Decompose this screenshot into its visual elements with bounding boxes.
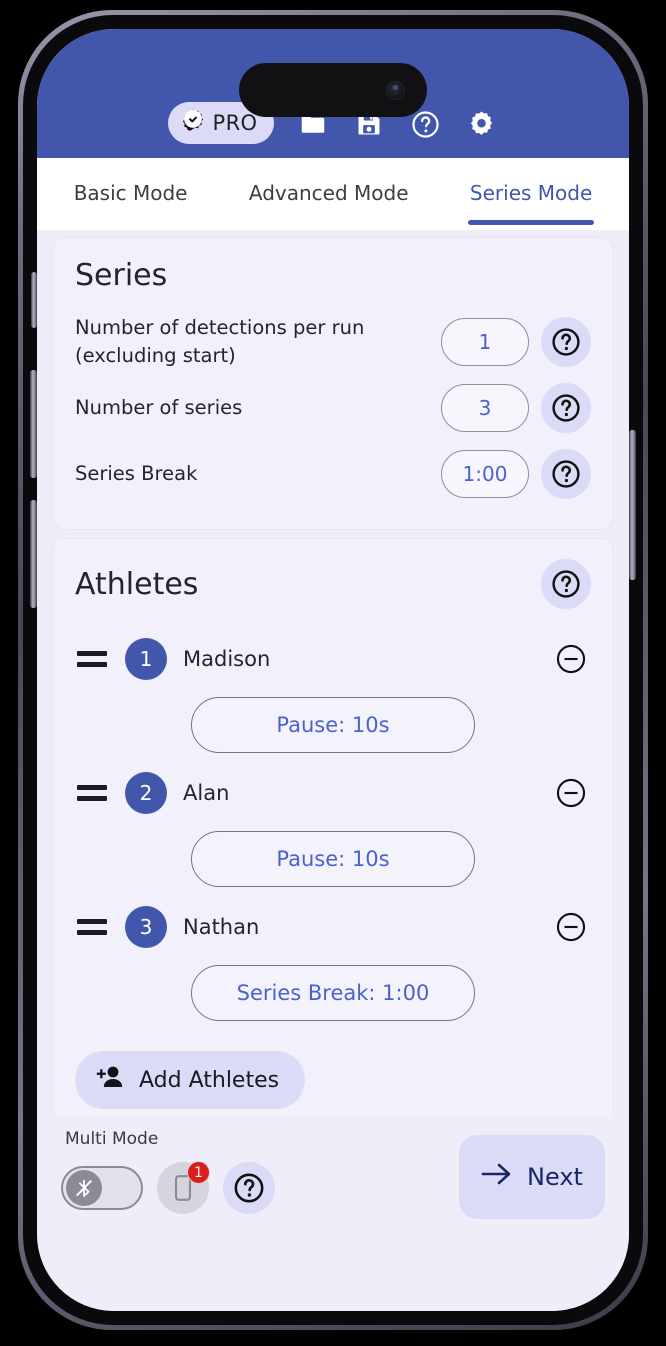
content-scroll-area[interactable]: Series Number of detections per run (exc…: [37, 230, 629, 1150]
help-icon-series-break[interactable]: [541, 449, 591, 499]
series-break-value-input[interactable]: 1:00: [441, 450, 529, 498]
phone-frame: PRO Basic Mode Advanced Mode Series Mode…: [18, 10, 648, 1330]
remove-athlete-icon[interactable]: [551, 907, 591, 947]
mode-tabs: Basic Mode Advanced Mode Series Mode: [37, 158, 629, 230]
athletes-card-title: Athletes: [75, 566, 199, 602]
settings-gear-icon[interactable]: [464, 107, 498, 141]
series-card-title: Series: [75, 258, 168, 293]
help-icon-detections[interactable]: [541, 317, 591, 367]
arrow-right-icon: [481, 1161, 513, 1193]
drag-handle-icon[interactable]: [75, 919, 109, 935]
help-icon-athletes[interactable]: [541, 559, 591, 609]
device-badge-count: 1: [187, 1161, 210, 1184]
series-break-button[interactable]: Series Break: 1:00: [191, 965, 475, 1021]
drag-handle-icon[interactable]: [75, 785, 109, 801]
athletes-card-header: Athletes: [75, 559, 591, 609]
series-row-number-of-series: Number of series 3: [75, 375, 591, 441]
athlete-name: Nathan: [183, 915, 260, 939]
bottom-bar: Multi Mode 1 Next: [37, 1115, 629, 1311]
remove-athlete-icon[interactable]: [551, 773, 591, 813]
athletes-card: Athletes 1 Madison Pause: 10s 2 Alan Pau…: [53, 539, 613, 1131]
pause-duration-button[interactable]: Pause: 10s: [191, 831, 475, 887]
tab-series-mode[interactable]: Series Mode: [466, 163, 596, 225]
bluetooth-toggle[interactable]: [61, 1166, 143, 1210]
add-person-icon: [95, 1064, 125, 1096]
athlete-name: Madison: [183, 647, 271, 671]
athlete-row[interactable]: 3 Nathan: [75, 899, 591, 955]
phone-screen: PRO Basic Mode Advanced Mode Series Mode…: [37, 29, 629, 1311]
athlete-action-row: Pause: 10s: [75, 697, 591, 753]
next-button-label: Next: [527, 1163, 583, 1191]
pro-badge-label: PRO: [212, 111, 258, 135]
athlete-row[interactable]: 2 Alan: [75, 765, 591, 821]
series-label-detections: Number of detections per run (excluding …: [75, 316, 365, 367]
athlete-number-badge: 1: [125, 638, 167, 680]
athlete-name: Alan: [183, 781, 230, 805]
device-status-button[interactable]: 1: [157, 1161, 210, 1214]
tab-basic-mode[interactable]: Basic Mode: [70, 163, 192, 225]
athlete-action-row: Series Break: 1:00: [75, 965, 591, 1021]
series-card: Series Number of detections per run (exc…: [53, 238, 613, 529]
mute-switch[interactable]: [31, 272, 37, 328]
remove-athlete-icon[interactable]: [551, 639, 591, 679]
front-camera-icon: [386, 80, 405, 100]
drag-handle-icon[interactable]: [75, 651, 109, 667]
power-button[interactable]: [629, 430, 636, 580]
help-icon-number-of-series[interactable]: [541, 383, 591, 433]
tab-advanced-mode[interactable]: Advanced Mode: [245, 163, 413, 225]
next-button[interactable]: Next: [459, 1135, 605, 1219]
dynamic-island: [239, 63, 427, 117]
athlete-number-badge: 2: [125, 772, 167, 814]
athlete-number-badge: 3: [125, 906, 167, 948]
detections-value-input[interactable]: 1: [441, 318, 529, 366]
athlete-row[interactable]: 1 Madison: [75, 631, 591, 687]
phone-bezel: PRO Basic Mode Advanced Mode Series Mode…: [23, 15, 643, 1325]
series-row-series-break: Series Break 1:00: [75, 441, 591, 507]
add-athletes-label: Add Athletes: [139, 1067, 280, 1093]
series-row-detections: Number of detections per run (excluding …: [75, 309, 591, 375]
series-label-number-of-series: Number of series: [75, 396, 243, 420]
pro-seal-icon: [180, 108, 206, 138]
bottom-controls: 1 Next: [61, 1135, 605, 1219]
series-label-series-break: Series Break: [75, 462, 198, 486]
screenshot-root: PRO Basic Mode Advanced Mode Series Mode…: [0, 0, 666, 1346]
add-athletes-button[interactable]: Add Athletes: [75, 1051, 306, 1109]
number-of-series-value-input[interactable]: 3: [441, 384, 529, 432]
volume-down-button[interactable]: [30, 500, 37, 608]
pause-duration-button[interactable]: Pause: 10s: [191, 697, 475, 753]
athlete-action-row: Pause: 10s: [75, 831, 591, 887]
bluetooth-off-icon: [66, 1170, 102, 1206]
volume-up-button[interactable]: [30, 370, 37, 478]
help-icon-bottom[interactable]: [223, 1162, 275, 1214]
